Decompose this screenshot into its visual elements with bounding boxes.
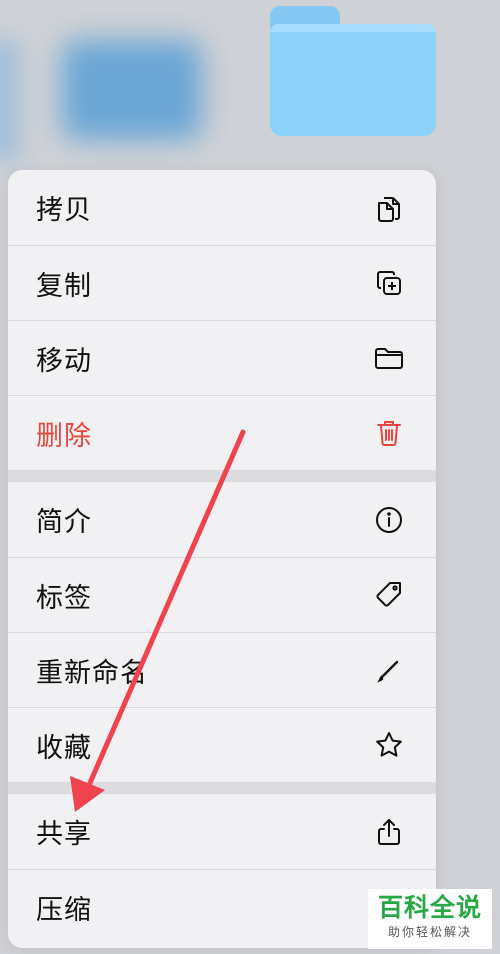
context-menu: 拷贝 复制 移动 删除 简介 标签 重新命名 收藏 共享 压缩 <box>8 170 436 948</box>
menu-item-label: 拷贝 <box>36 195 92 226</box>
blurred-folder-icon <box>62 40 202 140</box>
blurred-background-item <box>0 40 20 160</box>
duplicate-icon <box>372 266 406 300</box>
menu-item-label: 简介 <box>36 507 92 538</box>
menu-item-label: 重新命名 <box>36 657 148 689</box>
menu-item-favorite[interactable]: 收藏 <box>8 707 436 782</box>
watermark-subtitle: 助你轻松解决 <box>387 925 472 939</box>
pencil-icon <box>372 653 406 687</box>
star-icon <box>372 728 406 762</box>
menu-item-duplicate[interactable]: 复制 <box>8 245 436 320</box>
menu-item-label: 移动 <box>36 345 92 377</box>
menu-item-delete[interactable]: 删除 <box>8 395 436 470</box>
copy-icon <box>372 191 406 225</box>
watermark-title: 百科全说 <box>377 893 482 922</box>
menu-section-separator <box>8 782 436 794</box>
menu-item-share[interactable]: 共享 <box>8 794 436 869</box>
menu-item-label: 标签 <box>36 582 92 614</box>
menu-item-label: 共享 <box>36 819 92 850</box>
info-icon <box>372 503 406 537</box>
menu-item-move[interactable]: 移动 <box>8 320 436 395</box>
selected-folder-icon[interactable] <box>270 6 436 136</box>
menu-item-label: 收藏 <box>36 732 92 764</box>
menu-section-separator <box>8 470 436 482</box>
menu-item-info[interactable]: 简介 <box>8 482 436 557</box>
menu-item-tags[interactable]: 标签 <box>8 557 436 632</box>
menu-item-rename[interactable]: 重新命名 <box>8 632 436 707</box>
trash-icon <box>372 416 406 450</box>
watermark-logo: 百科全说 助你轻松解决 <box>368 889 492 949</box>
menu-item-label: 删除 <box>36 420 92 452</box>
tag-icon <box>372 578 406 612</box>
menu-item-label: 压缩 <box>36 894 92 926</box>
menu-item-label: 复制 <box>36 270 92 302</box>
folder-icon <box>372 341 406 375</box>
share-icon <box>372 815 406 849</box>
menu-item-copy[interactable]: 拷贝 <box>8 170 436 245</box>
